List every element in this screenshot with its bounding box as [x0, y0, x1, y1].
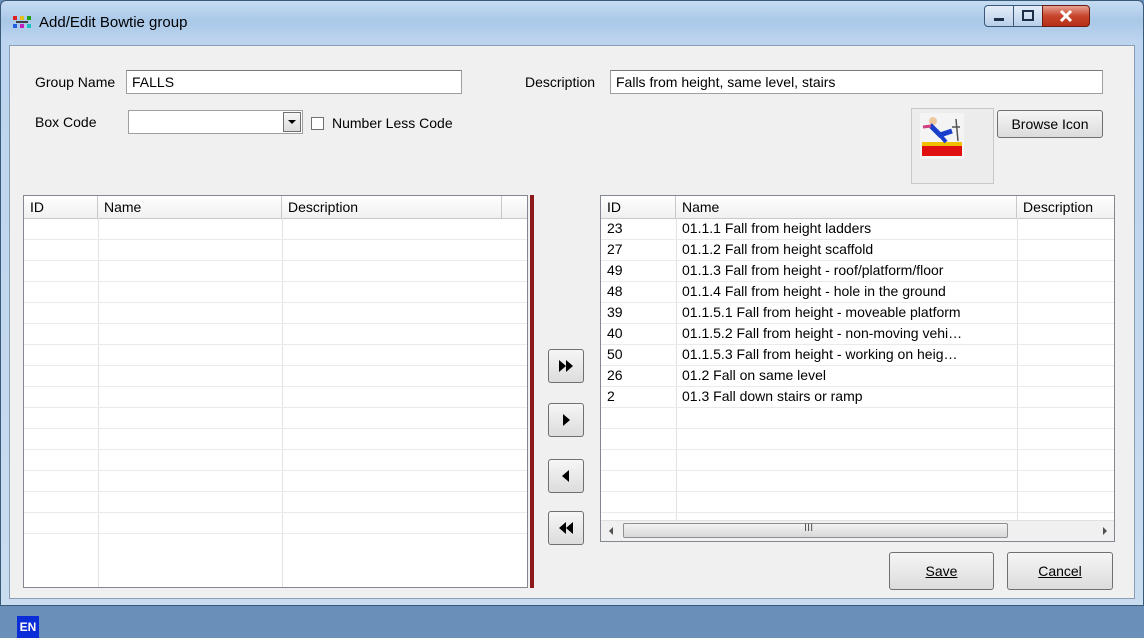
row-name: 01.1.3 Fall from height - roof/platform/… — [682, 262, 944, 278]
table-row[interactable]: 26 01.2 Fall on same level — [601, 365, 1114, 387]
left-col-id[interactable]: ID — [24, 196, 98, 218]
table-row[interactable] — [24, 407, 527, 429]
left-col-name[interactable]: Name — [98, 196, 282, 218]
scrollbar-thumb[interactable]: III — [623, 522, 1008, 538]
close-button[interactable] — [1042, 5, 1090, 27]
language-badge: EN — [17, 616, 39, 638]
window-title: Add/Edit Bowtie group — [39, 14, 188, 31]
table-row[interactable]: 27 01.1.2 Fall from height scaffold — [601, 239, 1114, 261]
panel-splitter[interactable] — [530, 195, 534, 588]
chevron-down-icon[interactable] — [283, 112, 301, 132]
table-row[interactable] — [601, 491, 1114, 513]
move-right-button[interactable] — [548, 403, 584, 437]
cancel-button-label: Cancel — [1038, 563, 1082, 579]
left-grid-header: ID Name Description — [24, 196, 527, 219]
table-row[interactable] — [24, 239, 527, 261]
scroll-left-icon[interactable] — [606, 522, 616, 540]
table-row[interactable] — [24, 302, 527, 324]
table-row[interactable]: 2 01.3 Fall down stairs or ramp — [601, 386, 1114, 408]
row-name: 01.2 Fall on same level — [682, 367, 826, 383]
table-row[interactable] — [24, 344, 527, 366]
table-row[interactable] — [601, 470, 1114, 492]
table-row[interactable] — [601, 428, 1114, 450]
table-row[interactable]: 40 01.1.5.2 Fall from height - non-moving… — [601, 323, 1114, 345]
double-right-arrow-icon — [559, 360, 573, 372]
selected-items-grid[interactable]: ID Name Description 23 01.1.1 Fall from h… — [600, 195, 1115, 542]
table-row[interactable] — [24, 491, 527, 513]
dialog-client: Group Name FALLS Description Falls from … — [9, 45, 1135, 638]
right-grid-header: ID Name Description — [601, 196, 1114, 219]
table-row[interactable] — [24, 428, 527, 450]
scroll-right-icon[interactable] — [1100, 522, 1110, 540]
row-id: 23 — [607, 220, 623, 236]
maximize-icon — [1022, 10, 1034, 21]
minimize-button[interactable] — [984, 5, 1014, 27]
row-name: 01.3 Fall down stairs or ramp — [682, 388, 863, 404]
row-id: 26 — [607, 367, 623, 383]
table-row[interactable] — [24, 218, 527, 240]
cancel-button[interactable]: Cancel — [1007, 552, 1113, 590]
group-icon-preview — [911, 108, 994, 184]
close-icon — [1059, 9, 1073, 23]
row-id: 50 — [607, 346, 623, 362]
left-col-description[interactable]: Description — [282, 196, 502, 218]
row-id: 40 — [607, 325, 623, 341]
dialog-window: Add/Edit Bowtie group Group Name FALLS D… — [0, 0, 1144, 638]
number-less-code-label: Number Less Code — [332, 115, 453, 131]
table-row[interactable] — [24, 470, 527, 492]
table-row[interactable]: 48 01.1.4 Fall from height - hole in the … — [601, 281, 1114, 303]
horizontal-scrollbar[interactable]: III — [601, 520, 1114, 541]
title-bar[interactable]: Add/Edit Bowtie group — [1, 1, 1143, 41]
double-left-arrow-icon — [559, 522, 573, 534]
minimize-icon — [994, 18, 1004, 21]
table-row[interactable] — [24, 260, 527, 282]
table-row[interactable]: 49 01.1.3 Fall from height - roof/platfor… — [601, 260, 1114, 282]
box-code-dropdown[interactable] — [128, 110, 303, 134]
move-left-button[interactable] — [548, 459, 584, 493]
right-col-id[interactable]: ID — [601, 196, 676, 218]
available-items-grid[interactable]: ID Name Description — [23, 195, 528, 588]
table-row[interactable] — [601, 407, 1114, 429]
row-name: 01.1.5.2 Fall from height - non-moving v… — [682, 325, 963, 341]
row-id: 39 — [607, 304, 623, 320]
row-id: 2 — [607, 388, 615, 404]
right-arrow-icon — [563, 414, 570, 426]
maximize-button[interactable] — [1013, 5, 1043, 27]
table-row[interactable] — [601, 449, 1114, 471]
save-button-label: Save — [925, 563, 958, 579]
move-all-left-button[interactable] — [548, 511, 584, 545]
table-row[interactable] — [24, 281, 527, 303]
save-button[interactable]: Save — [889, 552, 994, 590]
app-icon — [13, 16, 31, 28]
group-name-label: Group Name — [35, 74, 116, 90]
row-name: 01.1.4 Fall from height - hole in the gr… — [682, 283, 946, 299]
row-id: 27 — [607, 241, 623, 257]
row-id: 48 — [607, 283, 623, 299]
table-row[interactable]: 39 01.1.5.1 Fall from height - moveable p… — [601, 302, 1114, 324]
falling-person-icon — [920, 113, 964, 159]
table-row[interactable]: 23 01.1.1 Fall from height ladders — [601, 218, 1114, 240]
scrollbar-grip: III — [804, 522, 814, 534]
number-less-code-checkbox[interactable] — [311, 117, 324, 130]
row-name: 01.1.5.3 Fall from height - working on h… — [682, 346, 958, 362]
move-all-right-button[interactable] — [548, 349, 584, 383]
row-name: 01.1.1 Fall from height ladders — [682, 220, 872, 236]
group-name-input[interactable]: FALLS — [126, 70, 462, 94]
table-row[interactable] — [24, 365, 527, 387]
box-code-label: Box Code — [35, 114, 97, 130]
table-row[interactable] — [24, 323, 527, 345]
row-name: 01.1.5.1 Fall from height - moveable pla… — [682, 304, 961, 320]
row-id: 49 — [607, 262, 623, 278]
right-col-name[interactable]: Name — [676, 196, 1017, 218]
table-row[interactable] — [24, 386, 527, 408]
table-row[interactable] — [24, 512, 527, 534]
table-row[interactable] — [24, 449, 527, 471]
table-row[interactable]: 50 01.1.5.3 Fall from height - working on… — [601, 344, 1114, 366]
browse-icon-button[interactable]: Browse Icon — [997, 110, 1103, 138]
description-label: Description — [525, 74, 596, 90]
left-arrow-icon — [562, 470, 569, 482]
description-input[interactable]: Falls from height, same level, stairs — [610, 70, 1103, 94]
right-col-description[interactable]: Description — [1017, 196, 1114, 218]
row-name: 01.1.2 Fall from height scaffold — [682, 241, 874, 257]
